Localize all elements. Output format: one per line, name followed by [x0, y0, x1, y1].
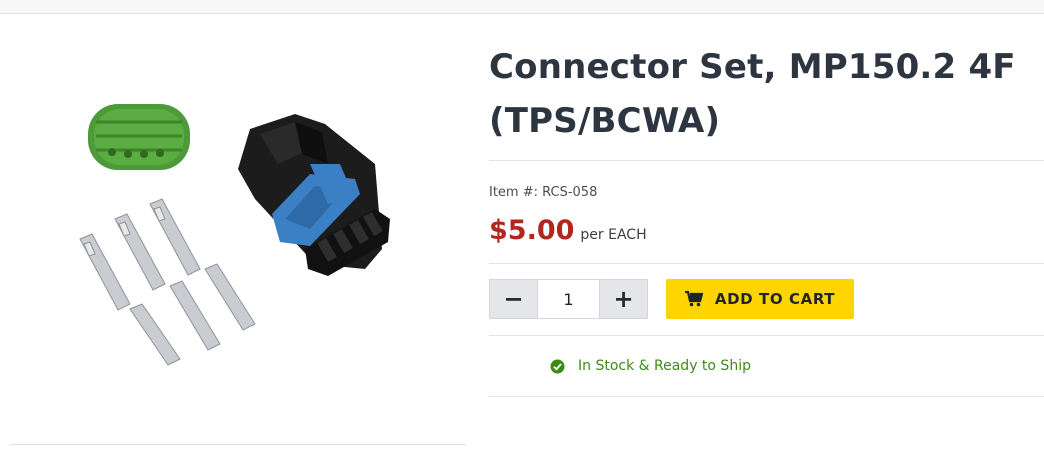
purchase-row: − + ADD TO CART: [489, 264, 1044, 335]
title-line-2: (TPS/BCWA): [489, 101, 721, 141]
add-to-cart-label: ADD TO CART: [714, 290, 836, 308]
price-unit: per EACH: [580, 227, 647, 243]
product-image: [79, 104, 390, 366]
product-image-panel[interactable]: [10, 14, 466, 445]
quantity-stepper: − +: [489, 279, 648, 319]
increment-button[interactable]: +: [600, 280, 647, 318]
green-seal: [88, 104, 190, 170]
cart-icon: [684, 291, 703, 307]
product-title: Connector Set, MP150.2 4F (TPS/BCWA): [489, 40, 1019, 148]
decrement-button[interactable]: −: [490, 280, 537, 318]
terminal-pins: [79, 198, 256, 366]
quantity-input[interactable]: [537, 280, 600, 318]
stock-label: In Stock & Ready to Ship: [578, 358, 751, 374]
title-line-1: Connector Set, MP150.2 4F: [489, 47, 1016, 87]
item-number: Item #: RCS-058: [489, 185, 598, 200]
connector-body: [238, 114, 390, 276]
divider: [489, 160, 1044, 161]
product-info: Connector Set, MP150.2 4F (TPS/BCWA) Ite…: [489, 40, 1044, 397]
price: $5.00: [489, 215, 575, 246]
add-to-cart-button[interactable]: ADD TO CART: [666, 279, 854, 319]
price-row: $5.00 per EACH: [489, 215, 1044, 249]
top-bar: [0, 0, 1044, 14]
stock-status: In Stock & Ready to Ship: [489, 336, 1044, 396]
divider: [489, 396, 1044, 397]
check-circle-icon: [550, 359, 565, 373]
